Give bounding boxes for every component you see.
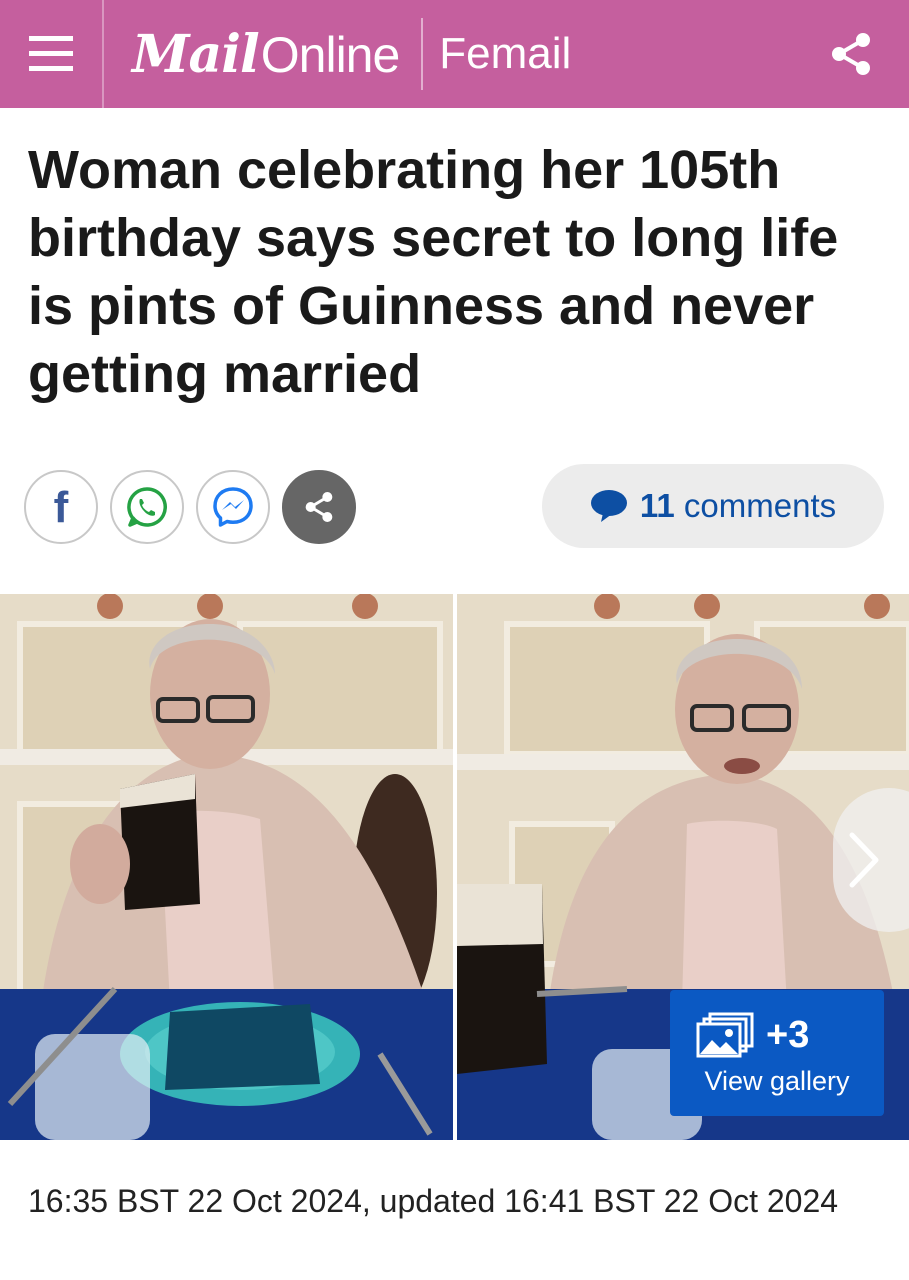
comments-label: 11 comments [640, 487, 836, 525]
article-headline: Woman celebrating her 105th birthday say… [28, 140, 839, 404]
facebook-icon: f [53, 483, 69, 532]
gallery-icon [696, 1012, 754, 1058]
header-divider [421, 18, 424, 90]
chevron-right-icon [849, 832, 879, 888]
site-logo[interactable]: Mail Online [132, 23, 401, 85]
view-gallery-button[interactable]: +3 View gallery [670, 990, 884, 1116]
social-share-bar: f [24, 470, 356, 544]
hamburger-menu-icon [29, 34, 73, 74]
header-share-button[interactable] [827, 30, 875, 78]
comments-word: comments [683, 487, 837, 524]
comments-button[interactable]: 11 comments [542, 464, 884, 548]
logo-mail-text: Mail [132, 23, 260, 85]
section-name[interactable]: Femail [439, 29, 571, 79]
messenger-share-button[interactable] [196, 470, 270, 544]
site-header: Mail Online Femail [0, 0, 909, 108]
menu-button[interactable] [0, 0, 104, 108]
facebook-share-button[interactable]: f [24, 470, 98, 544]
article-timestamp: 16:35 BST 22 Oct 2024, updated 16:41 BST… [28, 1183, 839, 1219]
gallery-label: View gallery [704, 1066, 850, 1096]
whatsapp-icon [127, 487, 167, 527]
gallery-count: +3 [766, 1014, 810, 1056]
whatsapp-share-button[interactable] [110, 470, 184, 544]
article-photo-carousel[interactable]: +3 View gallery [0, 594, 909, 1140]
share-icon [832, 33, 870, 75]
logo-online-text: Online [260, 26, 401, 83]
messenger-icon [213, 487, 253, 527]
carousel-next-button[interactable] [833, 788, 909, 932]
comments-count: 11 [639, 487, 675, 524]
speech-bubble-icon [590, 490, 627, 522]
photo-left-image [0, 594, 453, 1140]
photo-woman-drinking-guinness[interactable] [0, 594, 453, 1140]
more-share-button[interactable] [282, 470, 356, 544]
share-icon [305, 492, 333, 522]
